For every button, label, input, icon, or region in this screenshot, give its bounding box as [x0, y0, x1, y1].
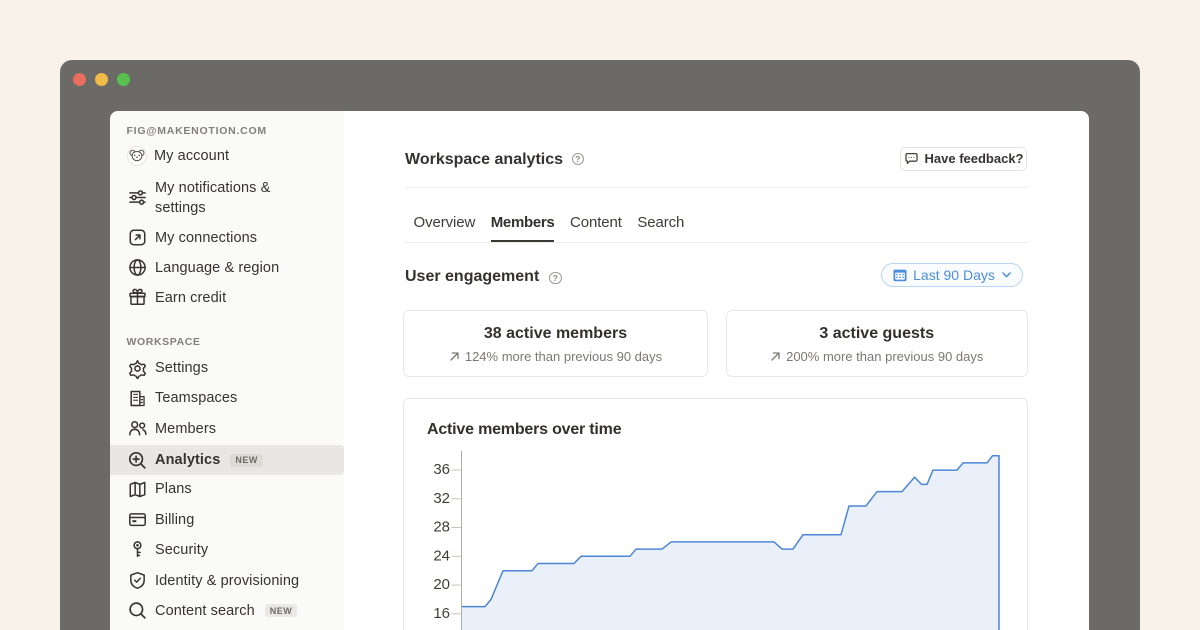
- svg-text:32: 32: [433, 490, 450, 507]
- svg-text:20: 20: [433, 576, 450, 593]
- svg-text:16: 16: [433, 605, 450, 622]
- svg-text:28: 28: [433, 519, 450, 536]
- svg-text:24: 24: [433, 547, 450, 564]
- svg-text:36: 36: [433, 461, 450, 478]
